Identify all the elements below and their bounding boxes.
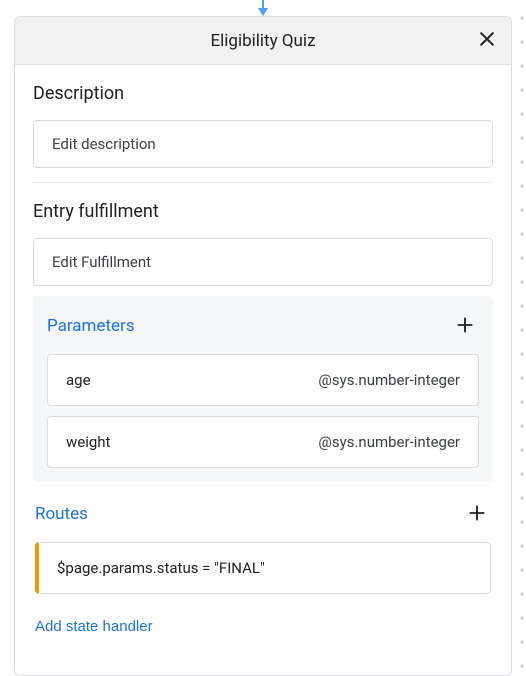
parameters-header: Parameters — [47, 312, 479, 340]
plus-icon — [455, 315, 475, 338]
plus-icon — [467, 503, 487, 526]
parameter-name: weight — [66, 433, 110, 451]
parameters-section: Parameters age @sys.number-integer weigh… — [33, 296, 493, 482]
routes-header: Routes — [35, 500, 491, 528]
routes-section: Routes $page.params.status = "FINAL" — [33, 494, 493, 594]
parameter-row[interactable]: weight @sys.number-integer — [47, 416, 479, 468]
route-row[interactable]: $page.params.status = "FINAL" — [35, 542, 491, 594]
entry-fulfillment-heading: Entry fulfillment — [33, 201, 493, 222]
page-config-panel: Eligibility Quiz Description Edit descri… — [14, 16, 512, 676]
parameter-type: @sys.number-integer — [318, 433, 460, 451]
panel-body: Description Edit description Entry fulfi… — [15, 65, 511, 675]
parameters-heading[interactable]: Parameters — [47, 316, 135, 336]
routes-heading[interactable]: Routes — [35, 504, 88, 524]
edit-fulfillment-button[interactable]: Edit Fulfillment — [33, 238, 493, 286]
panel-title: Eligibility Quiz — [210, 31, 315, 51]
close-icon — [477, 29, 497, 52]
parameter-type: @sys.number-integer — [318, 371, 460, 389]
description-section: Description Edit description — [33, 83, 493, 168]
edit-description-button[interactable]: Edit description — [33, 120, 493, 168]
add-parameter-button[interactable] — [451, 312, 479, 340]
add-state-handler-button[interactable]: Add state handler — [35, 618, 153, 635]
parameter-row[interactable]: age @sys.number-integer — [47, 354, 479, 406]
close-button[interactable] — [473, 27, 501, 55]
parameter-name: age — [66, 371, 91, 389]
add-route-button[interactable] — [463, 500, 491, 528]
description-heading: Description — [33, 83, 493, 104]
panel-header: Eligibility Quiz — [15, 17, 511, 65]
divider — [33, 182, 493, 183]
entry-fulfillment-section: Entry fulfillment Edit Fulfillment — [33, 201, 493, 286]
